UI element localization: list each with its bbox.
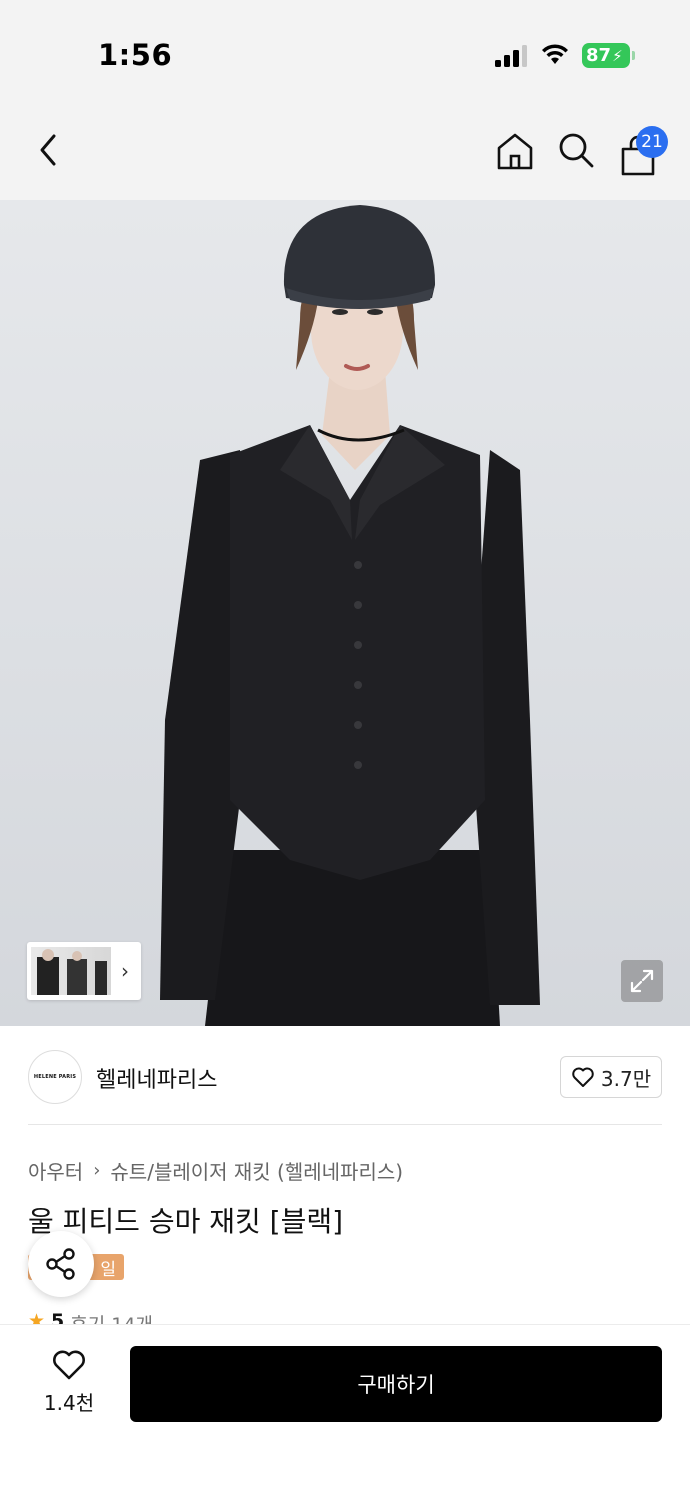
brand-logo-text: HELENE PARIS <box>33 1074 77 1080</box>
divider <box>28 1124 662 1125</box>
brand-row: HELENE PARIS 헬레네파리스 3.7만 <box>0 1026 690 1126</box>
cart-count-badge: 21 <box>636 126 668 158</box>
heart-icon <box>53 1350 85 1380</box>
wifi-icon <box>542 44 568 64</box>
product-photo-illustration <box>160 205 540 1026</box>
wishlist-button[interactable]: 1.4천 <box>30 1349 108 1419</box>
status-time: 1:56 <box>98 38 173 72</box>
like-brand-button[interactable]: 3.7만 <box>560 1056 662 1098</box>
expand-image-button[interactable] <box>621 960 663 1002</box>
delivery-badge-text: 일 <box>100 1259 116 1280</box>
brand-like-count: 3.7만 <box>600 1066 652 1091</box>
thumbnail-strip[interactable]: › <box>27 942 141 1000</box>
search-icon <box>559 133 594 168</box>
chevron-right-icon: › <box>121 959 129 983</box>
bottom-action-bar: 1.4천 구매하기 <box>0 1324 690 1500</box>
status-bar: 1:56 87 ⚡ <box>0 0 690 100</box>
search-button[interactable] <box>556 130 596 170</box>
breadcrumb: 아우터 › 슈트/블레이저 재킷 (헬레네파리스) <box>28 1156 403 1185</box>
thumbnail-image <box>31 947 111 995</box>
home-button[interactable] <box>494 130 536 172</box>
home-icon <box>497 133 533 170</box>
back-button[interactable] <box>28 130 68 170</box>
share-button[interactable] <box>28 1231 94 1297</box>
back-arrow-icon <box>40 134 56 166</box>
signal-icon <box>495 45 527 67</box>
brand-name[interactable]: 헬레네파리스 <box>96 1062 217 1094</box>
buy-button[interactable]: 구매하기 <box>130 1346 662 1422</box>
thumbnail-illustration <box>37 949 107 995</box>
brand-logo[interactable]: HELENE PARIS <box>28 1050 82 1104</box>
heart-icon <box>572 1067 594 1087</box>
app-root: 1:56 87 ⚡ 21 › HELENE PARIS 헬레네파리스 3.7만 … <box>0 0 690 1500</box>
chevron-right-icon: › <box>93 1160 101 1181</box>
cart-button[interactable]: 21 <box>618 126 678 176</box>
nav-bar: 21 <box>0 100 690 200</box>
share-icon <box>46 1248 75 1280</box>
battery-icon: 87 ⚡ <box>582 43 630 68</box>
expand-icon <box>630 969 654 993</box>
breadcrumb-subcategory[interactable]: 슈트/블레이저 재킷 (헬레네파리스) <box>110 1156 403 1185</box>
battery-level: 87 <box>586 45 612 66</box>
battery-cap <box>632 51 635 60</box>
product-image[interactable]: › <box>0 200 690 1026</box>
wishlist-count: 1.4천 <box>43 1391 95 1415</box>
breadcrumb-category[interactable]: 아우터 <box>28 1156 83 1185</box>
